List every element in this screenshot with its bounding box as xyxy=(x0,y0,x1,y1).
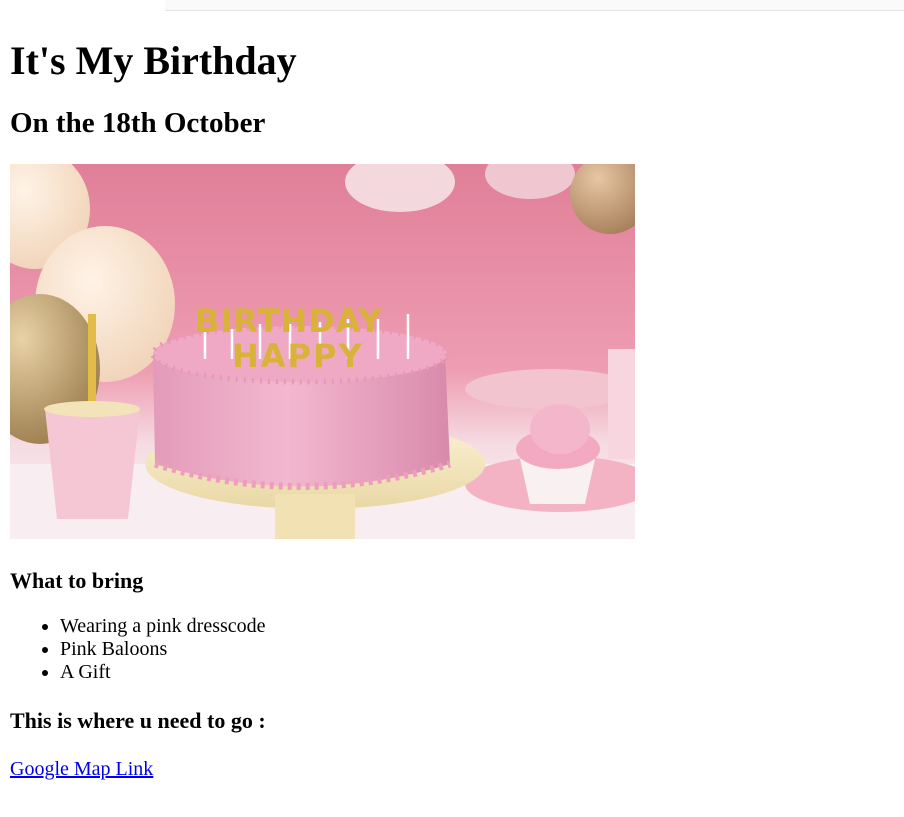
what-to-bring-heading: What to bring xyxy=(10,568,144,593)
list-item: Wearing a pink dresscode xyxy=(60,615,890,638)
svg-text:BIRTHDAY: BIRTHDAY xyxy=(195,302,383,340)
svg-text:HAPPY: HAPPY xyxy=(232,337,364,375)
event-date-heading: On the 18th October xyxy=(10,107,266,139)
google-map-link[interactable]: Google Map Link xyxy=(10,758,153,780)
list-item: A Gift xyxy=(60,661,890,684)
list-item: Pink Baloons xyxy=(60,638,890,661)
page-content: It's My Birthday On the 18th October BIR… xyxy=(10,10,890,781)
directions-heading: This is where u need to go : xyxy=(10,708,266,733)
map-link-paragraph: Google Map Link xyxy=(10,757,890,781)
birthday-cake-image: BIRTHDAY HAPPY xyxy=(10,164,635,539)
page-title: It's My Birthday xyxy=(10,38,297,83)
bring-list: Wearing a pink dresscode Pink Baloons A … xyxy=(10,615,890,684)
